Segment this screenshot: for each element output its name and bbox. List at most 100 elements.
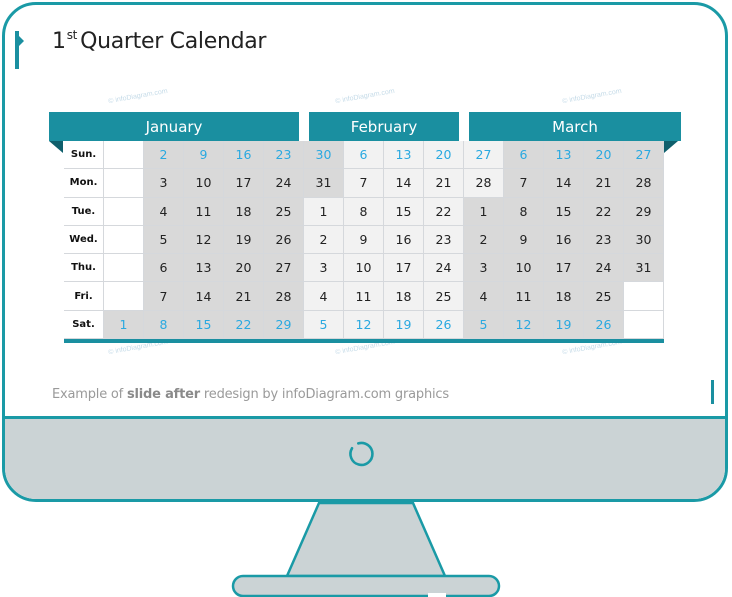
day-cell: 18	[384, 282, 424, 311]
day-cell: 2	[304, 225, 344, 255]
day-cell: 10	[184, 169, 224, 198]
calendar-grid: Sun. 2 9 16 23 30 6 13 20 27 6 13 20 27 Mon. 3 10 17 24 31 7…	[64, 141, 664, 340]
day-cell: 10	[504, 254, 544, 283]
day-cell: 13	[544, 141, 584, 170]
day-cell: 22	[584, 197, 624, 226]
day-cell: 28	[464, 169, 504, 198]
day-cell: 2	[144, 141, 184, 170]
day-cell: 26	[264, 225, 304, 255]
day-label: Thu.	[64, 254, 104, 283]
day-cell: 21	[224, 282, 264, 311]
day-cell: 20	[584, 141, 624, 170]
day-cell: 29	[264, 310, 304, 340]
day-cell: 31	[304, 169, 344, 198]
day-cell: 18	[544, 282, 584, 311]
day-cell: 1	[304, 197, 344, 226]
empty-cell	[624, 282, 664, 311]
day-cell: 8	[504, 197, 544, 226]
day-label: Tue.	[64, 197, 104, 226]
day-cell: 3	[304, 254, 344, 283]
day-cell: 19	[224, 225, 264, 255]
day-cell: 12	[504, 310, 544, 340]
bezel-gap	[568, 409, 592, 415]
day-cell: 24	[584, 254, 624, 283]
day-cell: 7	[504, 169, 544, 198]
day-label: Wed.	[64, 225, 104, 255]
day-cell: 13	[184, 254, 224, 283]
day-label: Sat.	[64, 310, 104, 340]
day-cell: 2	[464, 225, 504, 255]
right-accent-mark	[711, 380, 714, 404]
day-cell: 23	[264, 141, 304, 170]
calendar-bottom-bar	[64, 339, 664, 343]
calendar-row: Mon. 3 10 17 24 31 7 14 21 28 7 14 21 28	[64, 169, 664, 198]
day-cell: 9	[504, 225, 544, 255]
day-cell: 14	[184, 282, 224, 311]
day-cell: 11	[344, 282, 384, 311]
day-label: Fri.	[64, 282, 104, 311]
day-cell: 7	[144, 282, 184, 311]
day-cell: 17	[224, 169, 264, 198]
day-cell: 16	[384, 225, 424, 255]
day-cell: 7	[344, 169, 384, 198]
day-cell: 25	[584, 282, 624, 311]
empty-cell	[104, 141, 144, 170]
day-cell: 19	[544, 310, 584, 340]
calendar-row: Tue. 4 11 18 25 1 8 15 22 1 8 15 22 29	[64, 197, 664, 226]
month-header-march: March	[469, 112, 681, 141]
day-cell: 20	[424, 141, 464, 170]
calendar-row: Fri. 7 14 21 28 4 11 18 25 4 11 18 25	[64, 282, 664, 311]
month-header-february: February	[309, 112, 459, 141]
day-cell: 25	[424, 282, 464, 311]
day-label: Mon.	[64, 169, 104, 198]
ribbon-fold-left	[49, 141, 63, 153]
day-cell: 17	[384, 254, 424, 283]
day-cell: 13	[384, 141, 424, 170]
day-cell: 8	[144, 310, 184, 340]
day-cell: 1	[464, 197, 504, 226]
day-cell: 9	[344, 225, 384, 255]
day-cell: 12	[344, 310, 384, 340]
ribbon-fold-right	[664, 141, 678, 153]
day-cell: 4	[304, 282, 344, 311]
day-cell: 26	[424, 310, 464, 340]
day-cell: 11	[184, 197, 224, 226]
day-cell: 23	[424, 225, 464, 255]
day-cell: 16	[224, 141, 264, 170]
day-cell: 21	[584, 169, 624, 198]
slide-caption: Example of slide after redesign by infoD…	[52, 387, 449, 402]
day-cell: 6	[144, 254, 184, 283]
day-cell: 24	[424, 254, 464, 283]
day-label: Sun.	[64, 141, 104, 170]
day-cell: 24	[264, 169, 304, 198]
day-cell: 26	[584, 310, 624, 340]
day-cell: 6	[504, 141, 544, 170]
empty-cell	[624, 310, 664, 340]
day-cell: 3	[464, 254, 504, 283]
power-icon	[349, 441, 374, 467]
day-cell: 18	[224, 197, 264, 226]
day-cell: 8	[344, 197, 384, 226]
day-cell: 5	[464, 310, 504, 340]
day-cell: 27	[264, 254, 304, 283]
calendar-row: Sat. 1 8 15 22 29 5 12 19 26 5 12 19 26	[64, 310, 664, 340]
calendar-row: Wed. 5 12 19 26 2 9 16 23 2 9 16 23 30	[64, 225, 664, 255]
day-cell: 11	[504, 282, 544, 311]
day-cell: 30	[624, 225, 664, 255]
day-cell: 5	[304, 310, 344, 340]
day-cell: 30	[304, 141, 344, 170]
day-cell: 15	[384, 197, 424, 226]
day-cell: 27	[624, 141, 664, 170]
day-cell: 9	[184, 141, 224, 170]
day-cell: 28	[264, 282, 304, 311]
day-cell: 27	[464, 141, 504, 170]
empty-cell	[104, 282, 144, 311]
day-cell: 19	[384, 310, 424, 340]
empty-cell	[104, 225, 144, 255]
day-cell: 31	[624, 254, 664, 283]
day-cell: 14	[384, 169, 424, 198]
day-cell: 21	[424, 169, 464, 198]
calendar-row: Thu. 6 13 20 27 3 10 17 24 3 10 17 24 31	[64, 254, 664, 283]
day-cell: 20	[224, 254, 264, 283]
month-header-january: January	[49, 112, 299, 141]
